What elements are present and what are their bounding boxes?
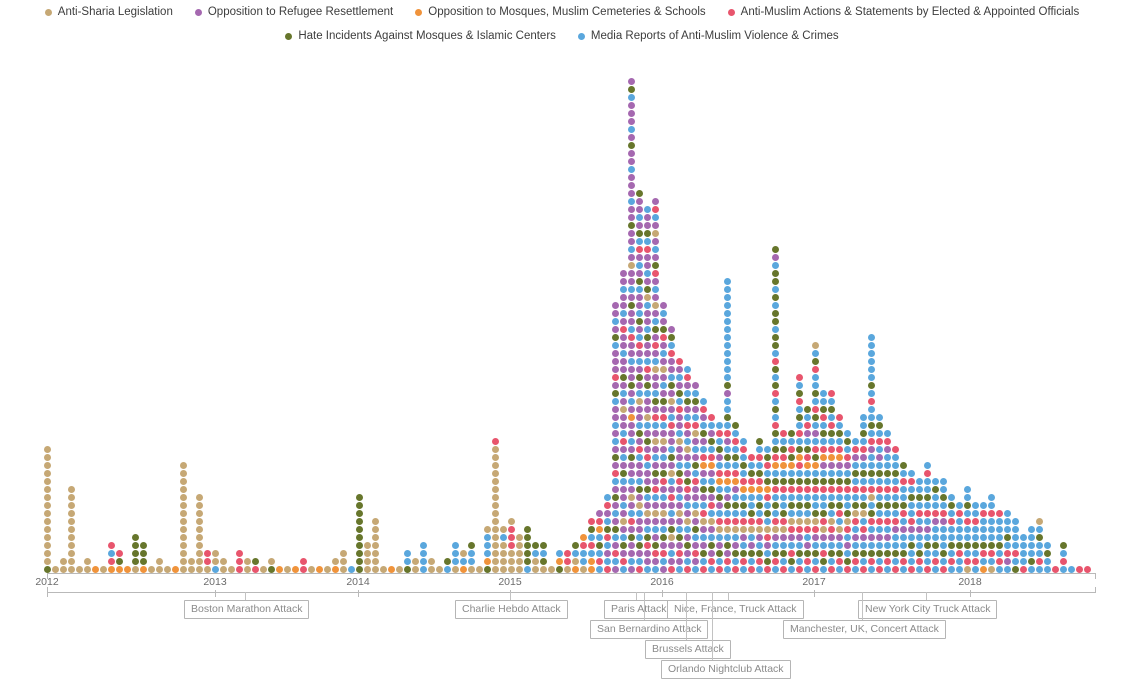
event-stem bbox=[712, 592, 713, 660]
event-label-box[interactable]: Paris Attack bbox=[604, 600, 674, 619]
event-label-box[interactable]: Charlie Hebdo Attack bbox=[455, 600, 568, 619]
event-stem bbox=[686, 592, 687, 640]
event-label-box[interactable]: Manchester, UK, Concert Attack bbox=[783, 620, 946, 639]
anti-muslim-incidents-dot-chart: Anti-Sharia Legislation Opposition to Ref… bbox=[0, 0, 1124, 679]
event-label-box[interactable]: Brussels Attack bbox=[645, 640, 731, 659]
event-annotations: Boston Marathon Attack Charlie Hebdo Atta… bbox=[0, 0, 1124, 679]
event-label-box[interactable]: Boston Marathon Attack bbox=[184, 600, 310, 619]
event-label-box[interactable]: New York City Truck Attack bbox=[858, 600, 998, 619]
event-label-box[interactable]: San Bernardino Attack bbox=[590, 620, 709, 639]
event-stem bbox=[728, 592, 729, 600]
event-stem bbox=[862, 592, 863, 620]
event-stem bbox=[510, 592, 511, 600]
event-stem bbox=[926, 592, 927, 600]
event-stem bbox=[245, 592, 246, 600]
event-stem bbox=[636, 592, 637, 600]
event-label-box[interactable]: Orlando Nightclub Attack bbox=[661, 660, 791, 679]
event-label-box[interactable]: Nice, France, Truck Attack bbox=[667, 600, 804, 619]
event-stem bbox=[644, 592, 645, 620]
